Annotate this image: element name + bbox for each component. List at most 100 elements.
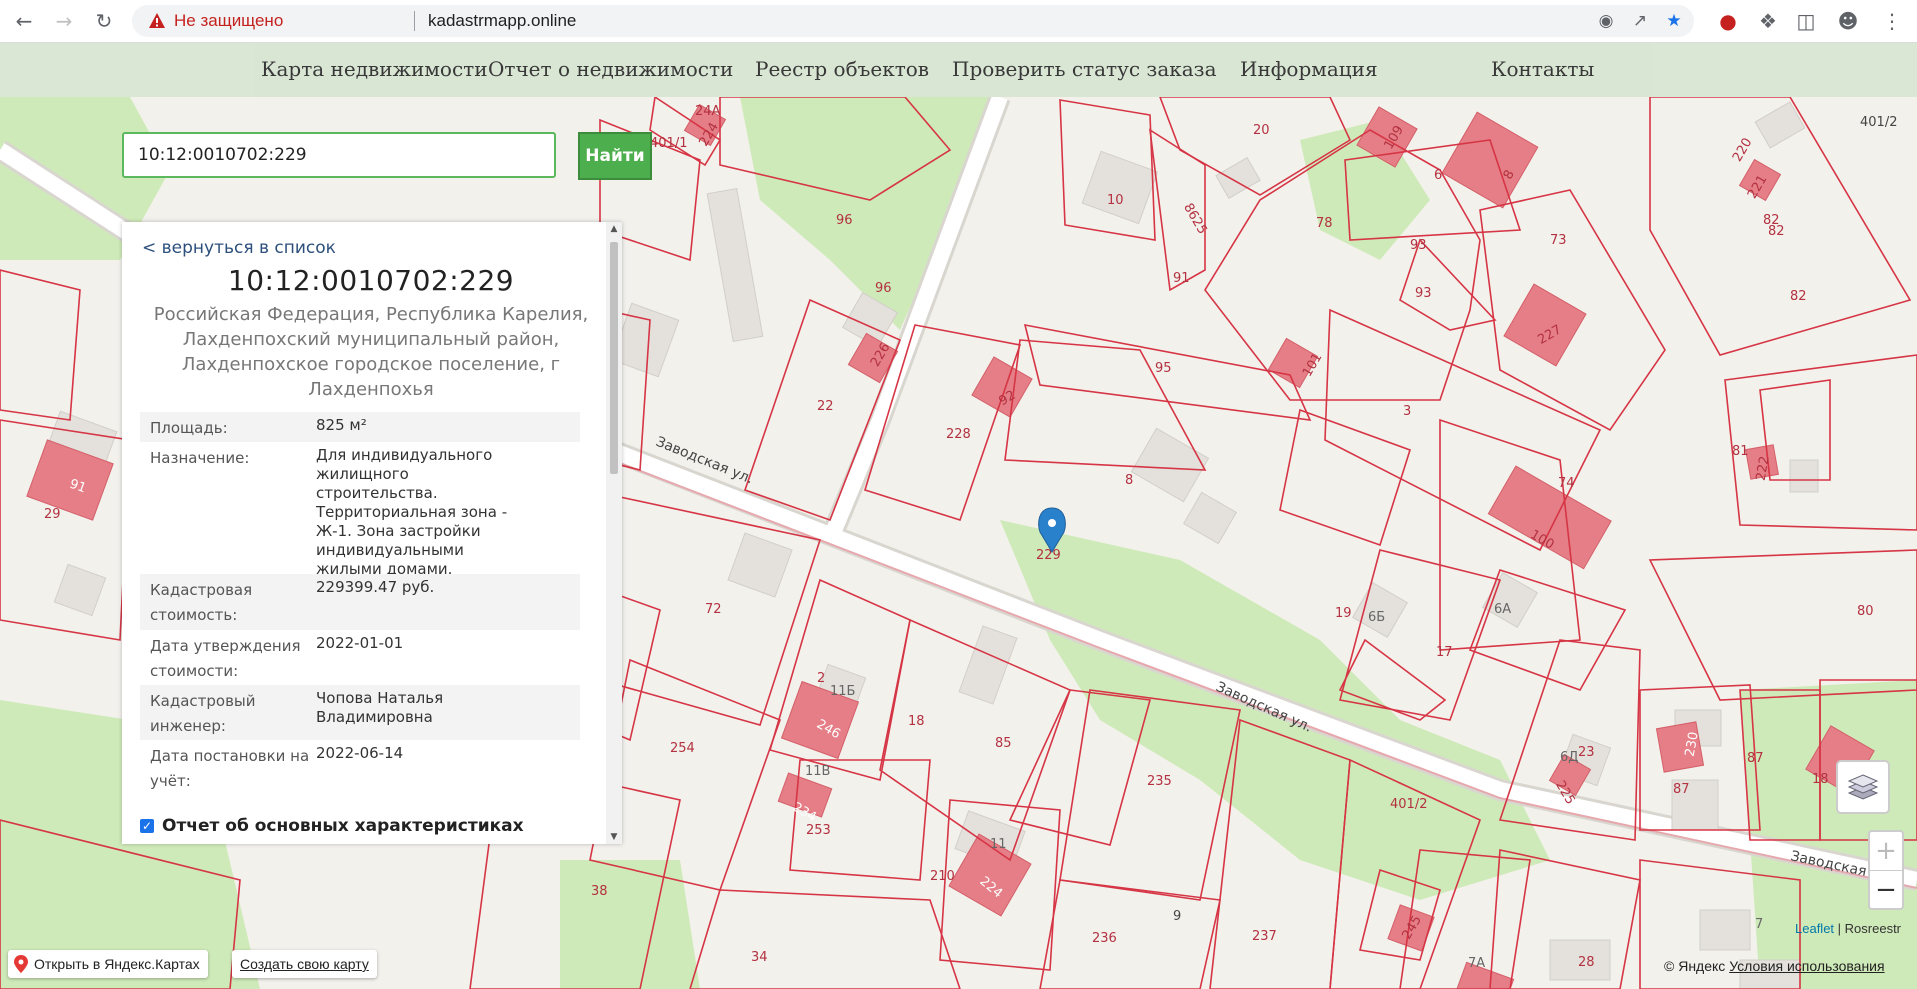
create-map-link[interactable]: Создать свою карту — [232, 950, 377, 978]
plot-label: 236 — [1092, 931, 1117, 946]
browser-toolbar: ← → ↻ Не защищено kadastrmapp.online ◉ ↗… — [0, 0, 1917, 43]
plot-label: 87 — [1673, 782, 1690, 797]
engineer-value: Чопова Наталья Владимировна — [316, 689, 444, 726]
search-button[interactable]: Найти — [578, 132, 652, 180]
area-label: Площадь: — [150, 419, 228, 437]
map-attribution: Leaflet | Rosreestr — [1795, 921, 1901, 936]
reload-icon[interactable]: ↻ — [92, 9, 116, 33]
value-date-label: Дата утверждения стоимости: — [150, 637, 301, 680]
yandex-pin-icon — [14, 955, 28, 973]
omnibox-divider — [414, 11, 415, 31]
plot-label: 2 — [817, 671, 825, 686]
zoom-control: + − — [1868, 830, 1904, 910]
purpose-row: Назначение: Для индивидуального жилищног… — [140, 442, 580, 578]
plot-label: 7 — [1755, 917, 1763, 932]
plot-label: 87 — [1747, 751, 1764, 766]
property-info-panel: < вернуться в список 10:12:0010702:229 Р… — [122, 222, 622, 844]
plot-label: 85 — [995, 736, 1012, 751]
cadastral-number-title: 10:12:0010702:229 — [227, 264, 515, 297]
plot-label: 74 — [1558, 476, 1575, 491]
plot-label: 91 — [1173, 271, 1190, 286]
nav-info[interactable]: Информация — [1240, 57, 1378, 81]
plot-label: 28 — [1578, 955, 1595, 970]
open-in-yandex-button[interactable]: Открыть в Яндекс.Картах — [8, 950, 208, 978]
value-date-value: 2022-01-01 — [316, 634, 404, 652]
plot-label: 80 — [1857, 604, 1874, 619]
plot-label: 9 — [1173, 909, 1181, 924]
engineer-label: Кадастровый инженер: — [150, 692, 256, 735]
plot-label: 3 — [1403, 404, 1411, 419]
nav-contacts[interactable]: Контакты — [1491, 57, 1594, 81]
plot-label: 254 — [670, 741, 695, 756]
bookmark-star-icon[interactable]: ★ — [1662, 9, 1686, 33]
scroll-down-icon[interactable]: ▼ — [606, 832, 622, 842]
engineer-row: Кадастровый инженер: Чопова Наталья Влад… — [140, 685, 580, 740]
layers-button[interactable] — [1836, 760, 1890, 814]
plot-label: 82 — [1763, 213, 1780, 228]
panel-content: < вернуться в список 10:12:0010702:229 Р… — [140, 222, 602, 844]
yandex-copyright: © Яндекс Условия использования — [1664, 958, 1885, 974]
zoom-out-button[interactable]: − — [1870, 871, 1902, 909]
plot-label: 18 — [1812, 772, 1829, 787]
security-label[interactable]: Не защищено — [174, 11, 283, 31]
plot-label: 8 — [1125, 473, 1133, 488]
nav-order-status[interactable]: Проверить статус заказа — [952, 57, 1217, 81]
back-icon[interactable]: ← — [12, 9, 36, 33]
leaflet-link[interactable]: Leaflet — [1795, 921, 1834, 936]
property-address: Российская Федерация, Республика Карелия… — [153, 304, 589, 400]
warning-icon — [149, 13, 165, 28]
scroll-up-icon[interactable]: ▲ — [606, 224, 622, 234]
extension-icon[interactable]: ● — [1716, 9, 1740, 33]
plot-label: 96 — [836, 213, 853, 228]
panel-scrollbar[interactable]: ▲ ▼ — [606, 222, 622, 844]
sidepanel-icon[interactable]: ◫ — [1794, 9, 1818, 33]
nav-map[interactable]: Карта недвижимости — [261, 57, 488, 81]
back-to-list-link[interactable]: < вернуться в список — [142, 238, 336, 258]
plot-label: 11Б — [830, 684, 855, 699]
cadastral-value-row: Кадастровая стоимость: 229399.47 руб. — [140, 574, 580, 630]
plot-label: 253 — [806, 823, 831, 838]
plot-label: 93 — [1415, 286, 1432, 301]
site-navigation: Карта недвижимости Отчет о недвижимости … — [0, 43, 1917, 97]
plot-label: 20 — [1253, 123, 1270, 138]
cadastral-search-input[interactable] — [122, 132, 556, 178]
nav-registry[interactable]: Реестр объектов — [755, 57, 929, 81]
plot-label: 18 — [908, 714, 925, 729]
plot-label: 29 — [44, 507, 61, 522]
report-checkbox-label[interactable]: Отчет об основных характеристиках — [162, 816, 524, 836]
area-value: 825 м² — [316, 416, 367, 434]
plot-label: 93 — [1410, 238, 1427, 253]
plot-label: 210 — [930, 869, 955, 884]
plot-label: 34 — [751, 950, 768, 965]
plot-label: 24А — [695, 104, 721, 119]
plot-label: 6Б — [1368, 610, 1385, 625]
scrollbar-thumb[interactable] — [610, 242, 618, 474]
zoom-in-button[interactable]: + — [1870, 832, 1902, 871]
registration-date-label: Дата постановки на учёт: — [150, 747, 310, 790]
url-text[interactable]: kadastrmapp.online — [428, 11, 576, 31]
puzzle-icon[interactable]: ❖ — [1756, 9, 1780, 33]
profile-icon[interactable]: ☻ — [1836, 9, 1860, 33]
location-icon[interactable]: ◉ — [1594, 9, 1618, 33]
value-date-row: Дата утверждения стоимости: 2022-01-01 — [140, 630, 580, 685]
open-in-yandex-label[interactable]: Открыть в Яндекс.Картах — [34, 956, 200, 972]
plot-label: 23 — [1578, 745, 1595, 760]
rosreestr-attribution: Rosreestr — [1844, 921, 1902, 936]
yandex-terms-link[interactable]: Условия использования — [1729, 958, 1884, 974]
plot-label: 6А — [1494, 602, 1511, 617]
plot-label: 6 — [1434, 168, 1442, 183]
plot-label: 6Д — [1560, 750, 1578, 765]
plot-label: 17 — [1436, 645, 1453, 660]
report-checkbox[interactable]: ✓ — [140, 819, 154, 833]
nav-report[interactable]: Отчет о недвижимости — [488, 57, 733, 81]
attribution-separator: | — [1834, 921, 1845, 936]
address-bar[interactable]: Не защищено kadastrmapp.online ◉ ↗ ★ — [132, 5, 1694, 37]
share-icon[interactable]: ↗ — [1628, 9, 1652, 33]
report-checkbox-row[interactable]: ✓ Отчет об основных характеристиках — [140, 816, 524, 836]
menu-icon[interactable]: ⋮ — [1880, 9, 1904, 33]
plot-label: 73 — [1550, 233, 1567, 248]
forward-icon[interactable]: → — [52, 9, 76, 33]
plot-label: 81 — [1732, 444, 1749, 459]
purpose-label: Назначение: — [150, 449, 250, 467]
plot-label: 401/2 — [1390, 797, 1427, 812]
